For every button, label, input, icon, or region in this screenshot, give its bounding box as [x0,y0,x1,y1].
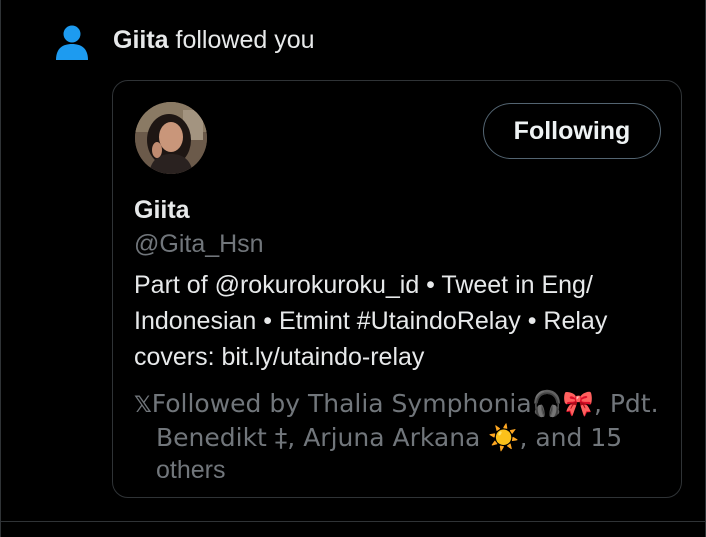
avatar-image [135,102,207,174]
followed-by-row: 𝕏Followed by Thalia Symphonia🎧🎀, Pdt. [134,388,674,422]
x-logo-icon: 𝕏 [134,393,152,418]
bio-line: Indonesian • Etmint #UtaindoRelay • Rela… [134,307,608,335]
display-name[interactable]: Giita [134,194,190,226]
user-handle[interactable]: @Gita_Hsn [134,228,264,260]
following-button[interactable]: Following [483,103,661,159]
notification-text: Giita followed you [113,24,315,56]
action-text: followed you [175,26,315,54]
bio-line: Part of @rokurokuroku_id • Tweet in Eng/ [134,271,593,299]
bottom-divider [0,521,706,522]
followed-by-info[interactable]: 𝕏Followed by Thalia Symphonia🎧🎀, Pdt. Be… [134,388,674,486]
profile-card[interactable]: Following Giita @Gita_Hsn Part of @rokur… [112,80,682,498]
left-divider [0,0,1,537]
person-icon [56,25,88,60]
avatar[interactable] [135,102,207,174]
followed-by-line: Benedikt ‡, Arjuna Arkana ☀️, and 15 [156,423,623,452]
followed-by-line: others [156,456,226,484]
profile-bio: Part of @rokurokuroku_id • Tweet in Eng/… [134,267,664,375]
actor-name[interactable]: Giita [113,26,169,54]
notification-view: Giita followed you Following Giita @Gita… [0,0,706,537]
followed-by-line: Followed by Thalia Symphonia🎧🎀, Pdt. [151,389,659,418]
bio-line: covers: bit.ly/utaindo-relay [134,343,425,371]
